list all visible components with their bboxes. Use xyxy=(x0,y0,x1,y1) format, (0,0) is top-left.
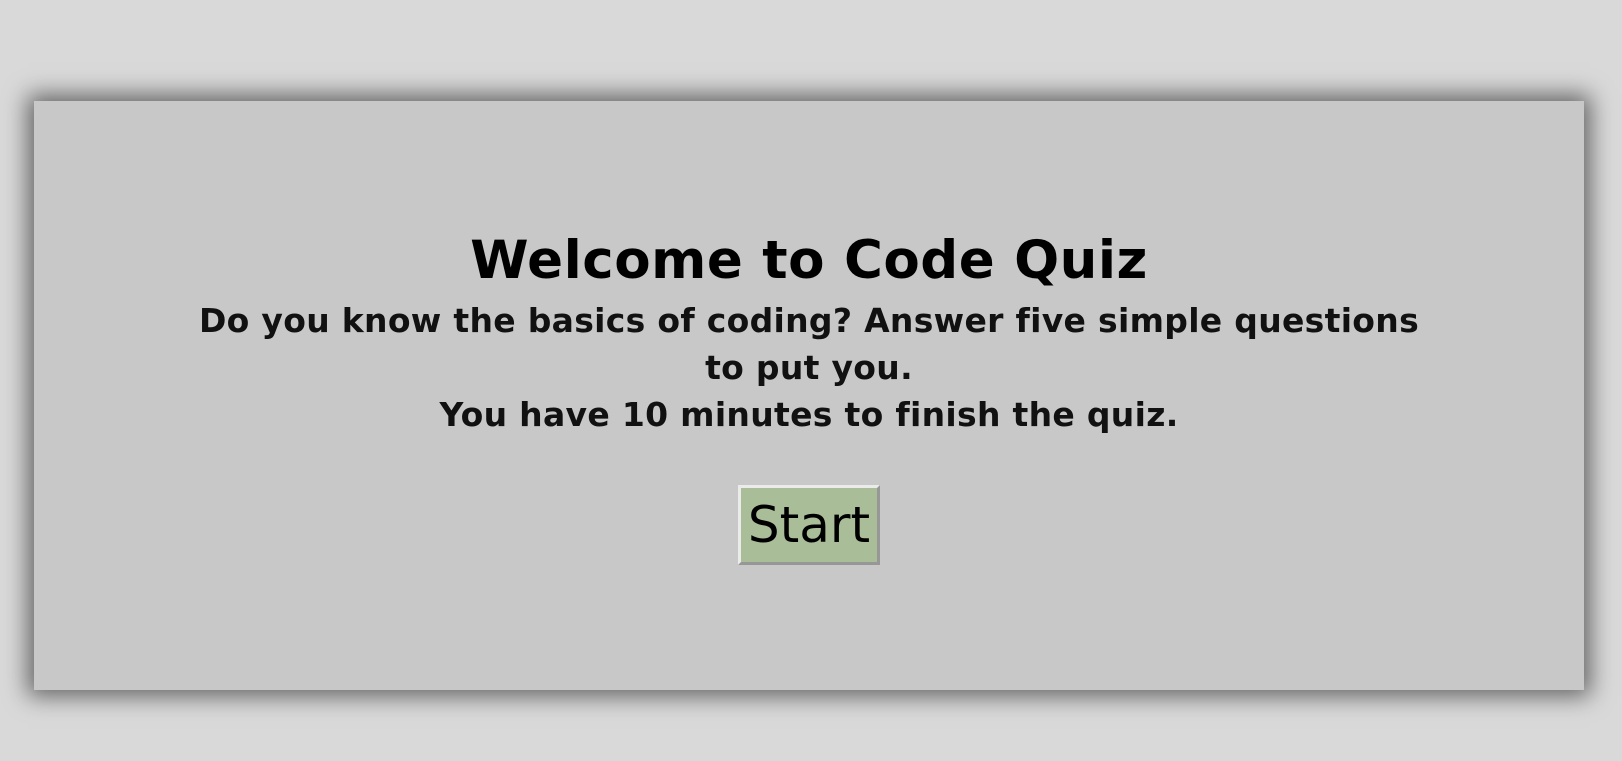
page-title: Welcome to Code Quiz xyxy=(470,230,1148,291)
quiz-intro: Do you know the basics of coding? Answer… xyxy=(184,297,1434,438)
start-button[interactable]: Start xyxy=(738,485,880,565)
intro-line-basics: Do you know the basics of coding? Answer… xyxy=(198,301,1420,387)
quiz-card: Welcome to Code Quiz Do you know the bas… xyxy=(34,101,1584,690)
intro-line-time-limit: You have 10 minutes to finish the quiz. xyxy=(439,395,1179,434)
